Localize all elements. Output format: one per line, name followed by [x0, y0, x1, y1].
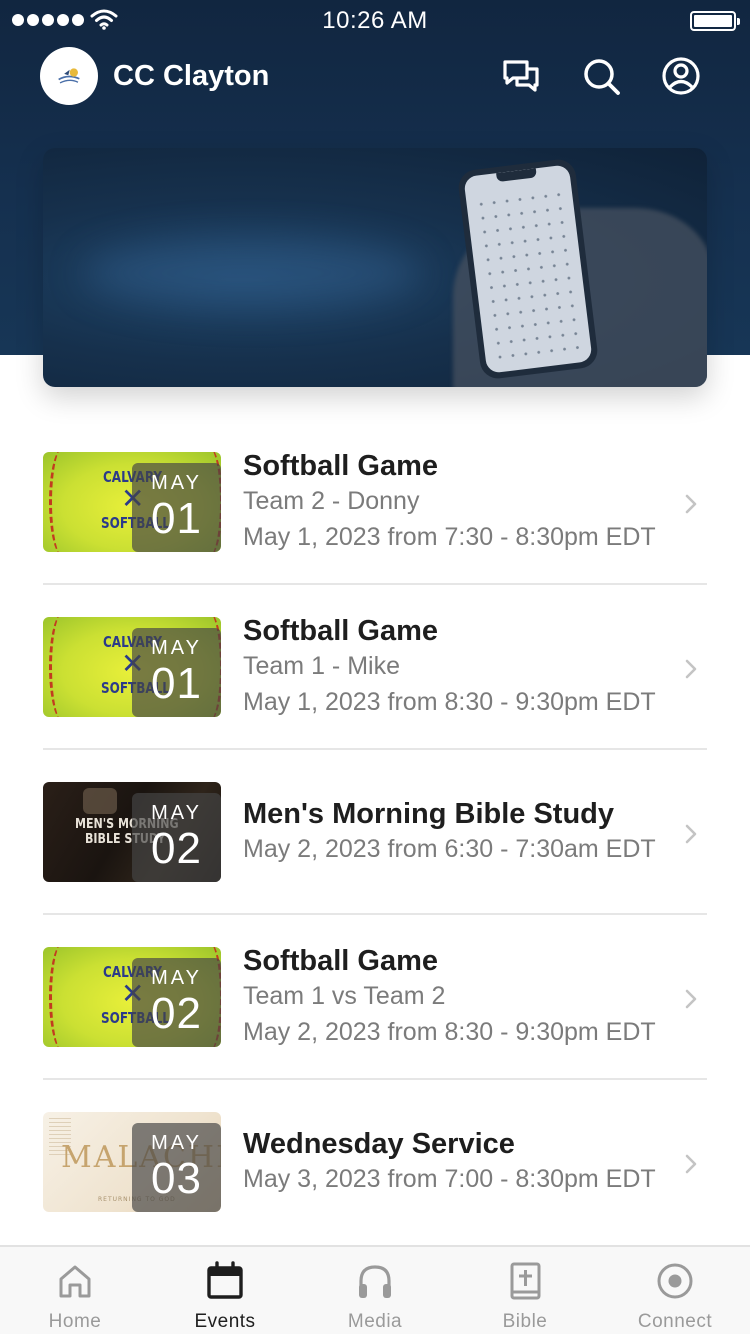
search-icon[interactable]	[581, 56, 621, 96]
tab-connect[interactable]: Connect	[600, 1247, 750, 1334]
event-schedule: May 1, 2023 from 8:30 - 9:30pm EDT	[243, 688, 656, 716]
date-badge: MAY 02	[132, 958, 221, 1047]
event-thumbnail: MEN'S MORNING BIBLE STUDY MAY 02	[43, 782, 221, 882]
calendar-icon	[205, 1261, 245, 1301]
event-subtitle: Team 1 vs Team 2	[243, 982, 446, 1010]
date-badge: MAY 03	[132, 1123, 221, 1212]
tab-home[interactable]: Home	[0, 1247, 150, 1334]
event-subtitle: Team 2 - Donny	[243, 487, 420, 515]
event-title: Men's Morning Bible Study	[243, 798, 615, 830]
tab-bar: Home Events Media Bible Connect	[0, 1245, 750, 1334]
date-badge: MAY 01	[132, 463, 221, 552]
event-row[interactable]: CALVARY ✕ SOFTBALL MAY 02 Softball Game …	[43, 915, 707, 1080]
event-row[interactable]: MALACHI RETURNING TO GOD MAY 03 Wednesda…	[43, 1080, 707, 1245]
event-schedule: May 2, 2023 from 8:30 - 9:30pm EDT	[243, 1018, 656, 1046]
chevron-right-icon	[683, 1152, 699, 1176]
date-badge: MAY 01	[132, 628, 221, 717]
status-bar: 10:26 AM	[0, 0, 750, 40]
event-row[interactable]: MEN'S MORNING BIBLE STUDY MAY 02 Men's M…	[43, 750, 707, 915]
bible-icon	[505, 1261, 545, 1301]
event-subtitle: May 2, 2023 from 6:30 - 7:30am EDT	[243, 835, 656, 863]
event-thumbnail: MALACHI RETURNING TO GOD MAY 03	[43, 1112, 221, 1212]
chevron-right-icon	[683, 492, 699, 516]
event-thumbnail: CALVARY ✕ SOFTBALL MAY 01	[43, 617, 221, 717]
event-subtitle: May 3, 2023 from 7:00 - 8:30pm EDT	[243, 1165, 656, 1193]
event-row[interactable]: CALVARY ✕ SOFTBALL MAY 01 Softball Game …	[43, 585, 707, 750]
app-title: CC Clayton	[113, 60, 270, 92]
status-time: 10:26 AM	[322, 7, 428, 34]
tab-events[interactable]: Events	[150, 1247, 300, 1334]
chevron-right-icon	[683, 657, 699, 681]
event-title: Wednesday Service	[243, 1128, 515, 1160]
headphones-icon	[355, 1261, 395, 1301]
event-schedule: May 1, 2023 from 7:30 - 8:30pm EDT	[243, 523, 656, 551]
profile-icon[interactable]	[661, 56, 701, 96]
app-bar: CC Clayton	[0, 44, 750, 108]
event-thumbnail: CALVARY ✕ SOFTBALL MAY 02	[43, 947, 221, 1047]
church-logo[interactable]	[40, 47, 98, 105]
battery-icon	[690, 11, 740, 31]
event-title: Softball Game	[243, 615, 438, 647]
date-badge: MAY 02	[132, 793, 221, 882]
connect-icon	[655, 1261, 695, 1301]
chevron-right-icon	[683, 987, 699, 1011]
tab-bible[interactable]: Bible	[450, 1247, 600, 1334]
event-thumbnail: CALVARY ✕ SOFTBALL MAY 01	[43, 452, 221, 552]
tab-media[interactable]: Media	[300, 1247, 450, 1334]
chat-icon[interactable]	[501, 56, 541, 96]
event-title: Softball Game	[243, 450, 438, 482]
hero-banner-image[interactable]	[43, 148, 707, 387]
chevron-right-icon	[683, 822, 699, 846]
home-icon	[55, 1261, 95, 1301]
event-subtitle: Team 1 - Mike	[243, 652, 400, 680]
phone-calendar-image	[456, 157, 600, 381]
event-row[interactable]: CALVARY ✕ SOFTBALL MAY 01 Softball Game …	[43, 420, 707, 585]
event-title: Softball Game	[243, 945, 438, 977]
